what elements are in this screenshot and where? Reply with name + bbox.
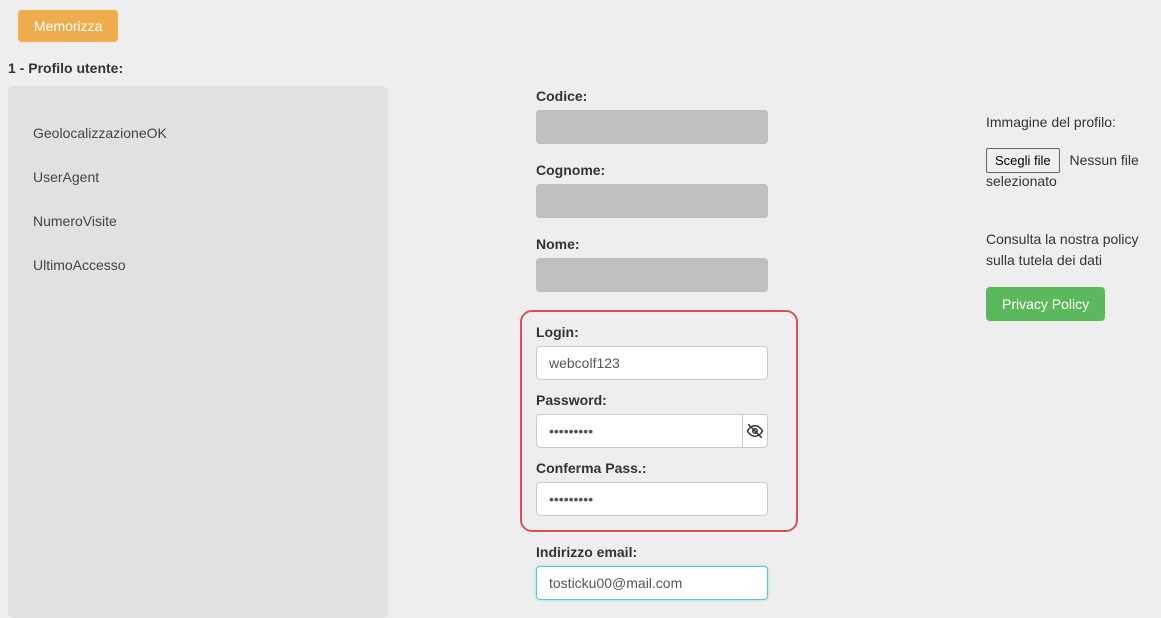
toggle-password-visibility-button[interactable]: [742, 414, 768, 448]
login-input[interactable]: [536, 346, 768, 380]
sidebar-item-ultimoaccesso[interactable]: UltimoAccesso: [33, 243, 363, 287]
profile-image-label: Immagine del profilo:: [986, 114, 1153, 130]
sidebar-item-numerovisite[interactable]: NumeroVisite: [33, 199, 363, 243]
password-label: Password:: [536, 392, 774, 408]
sidebar-item-useragent[interactable]: UserAgent: [33, 155, 363, 199]
sidebar: GeolocalizzazioneOK UserAgent NumeroVisi…: [8, 86, 388, 618]
section-title: 1 - Profilo utente:: [8, 60, 1161, 76]
nome-label: Nome:: [536, 236, 896, 252]
login-label: Login:: [536, 324, 774, 340]
login-credentials-box: Login: Password:: [520, 310, 798, 532]
email-label: Indirizzo email:: [536, 544, 896, 560]
codice-input: [536, 110, 768, 144]
choose-file-button[interactable]: Scegli file: [986, 148, 1060, 173]
cognome-input: [536, 184, 768, 218]
conferma-password-input[interactable]: [536, 482, 768, 516]
save-button[interactable]: Memorizza: [18, 10, 118, 42]
nome-input: [536, 258, 768, 292]
privacy-policy-button[interactable]: Privacy Policy: [986, 287, 1105, 321]
policy-text: Consulta la nostra policy sulla tutela d…: [986, 229, 1153, 271]
codice-label: Codice:: [536, 88, 896, 104]
conferma-label: Conferma Pass.:: [536, 460, 774, 476]
password-input[interactable]: [536, 414, 742, 448]
sidebar-item-geolocalizzazione[interactable]: GeolocalizzazioneOK: [33, 111, 363, 155]
eye-slash-icon: [746, 422, 764, 440]
cognome-label: Cognome:: [536, 162, 896, 178]
email-input[interactable]: [536, 566, 768, 600]
right-panel: Immagine del profilo: Scegli file Nessun…: [916, 86, 1153, 618]
form-panel: Codice: Cognome: Nome: Login: Password:: [536, 86, 896, 618]
